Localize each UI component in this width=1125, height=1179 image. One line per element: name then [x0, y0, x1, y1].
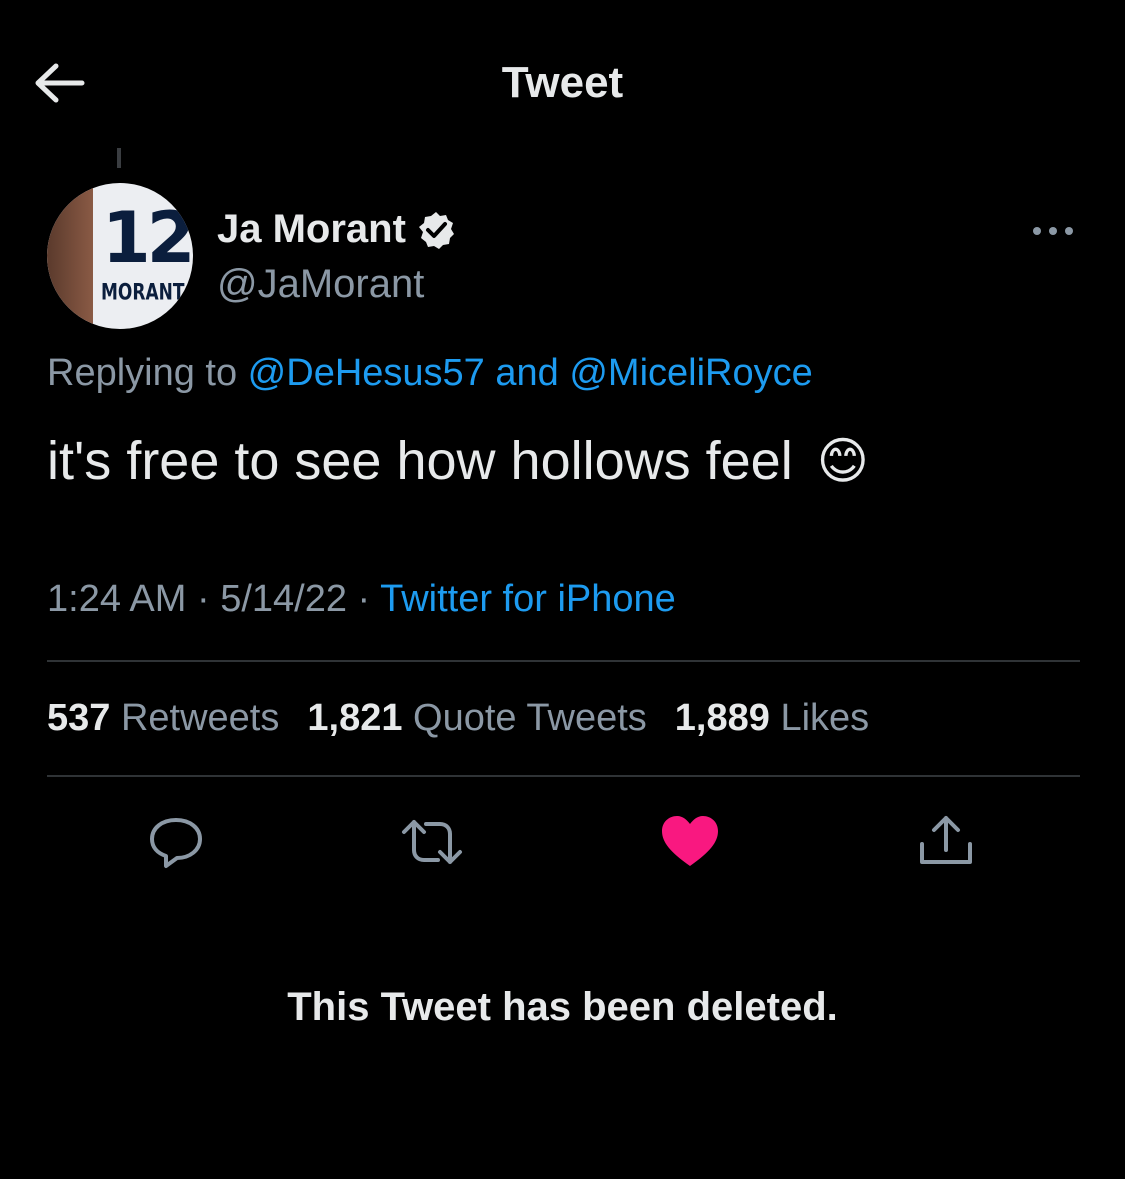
- tweet-meta: 1:24 AM · 5/14/22 · Twitter for iPhone: [47, 578, 676, 621]
- reply-user-link-1[interactable]: @DeHesus57: [248, 352, 485, 394]
- quote-tweets-label: Quote Tweets: [402, 697, 647, 739]
- reply-user-link-2[interactable]: @MiceliRoyce: [569, 352, 812, 394]
- thread-connector-line: [117, 148, 121, 168]
- quote-tweets-count: 1,821: [307, 697, 403, 739]
- divider: [47, 660, 1080, 662]
- likes-stat[interactable]: 1,889 Likes: [675, 697, 869, 739]
- reply-joiner: and: [484, 352, 570, 394]
- quote-tweets-stat[interactable]: 1,821 Quote Tweets: [307, 697, 646, 739]
- smiling-face-emoji: 😊: [816, 433, 869, 489]
- retweets-stat[interactable]: 537 Retweets: [47, 697, 279, 739]
- likes-label: Likes: [769, 697, 870, 739]
- replying-prefix: Replying to: [47, 352, 248, 394]
- deleted-tweet-notice: This Tweet has been deleted.: [287, 985, 838, 1029]
- share-icon: [920, 816, 972, 864]
- avatar[interactable]: 12 MORANT: [47, 183, 193, 329]
- tweet-date: 5/14/22: [220, 578, 347, 620]
- verified-badge-icon: [418, 211, 454, 249]
- author-name-row[interactable]: Ja Morant: [217, 207, 456, 252]
- meta-separator: ·: [347, 578, 381, 620]
- avatar-jersey-number: 12: [102, 197, 193, 279]
- tweet-text: it's free to see how hollows feel 😊: [47, 430, 869, 492]
- like-heart-icon: [662, 816, 718, 866]
- divider: [47, 775, 1080, 777]
- tweet-time: 1:24 AM: [47, 578, 187, 620]
- retweets-count: 537: [47, 697, 111, 739]
- tweet-source-link[interactable]: Twitter for iPhone: [380, 578, 676, 620]
- more-dots-icon: [1033, 227, 1073, 235]
- reply-button[interactable]: [146, 812, 206, 872]
- tweet-body: it's free to see how hollows feel: [47, 431, 793, 491]
- share-button[interactable]: [916, 812, 976, 872]
- more-options-button[interactable]: [1030, 222, 1076, 240]
- avatar-arm-shape: [47, 183, 93, 329]
- meta-separator: ·: [186, 578, 221, 620]
- like-button[interactable]: [660, 812, 720, 872]
- author-handle[interactable]: @JaMorant: [217, 262, 424, 307]
- reply-icon: [150, 818, 202, 868]
- tweet-stats: 537 Retweets 1,821 Quote Tweets 1,889 Like…: [47, 697, 897, 740]
- retweet-icon: [402, 820, 462, 864]
- avatar-jersey-name: MORANT: [101, 280, 185, 306]
- likes-count: 1,889: [674, 697, 770, 739]
- page-title: Tweet: [501, 58, 624, 107]
- retweets-label: Retweets: [110, 697, 280, 739]
- replying-to: Replying to @DeHesus57 and @MiceliRoyce: [47, 352, 813, 395]
- author-name[interactable]: Ja Morant: [217, 207, 406, 252]
- retweet-button[interactable]: [400, 812, 462, 872]
